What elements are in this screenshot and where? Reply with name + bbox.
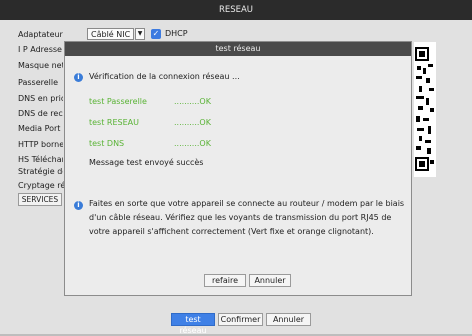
network-test-button[interactable]: test réseau — [171, 313, 215, 335]
ip-address-label: I P Adresse — [18, 45, 62, 54]
hs-download-label: HS Télécharg — [18, 155, 63, 164]
test-gateway-result: ..........OK — [174, 97, 211, 106]
test-gateway-name: test Passerelle — [89, 97, 147, 106]
media-port-label: Media Port — [18, 124, 61, 133]
info-icon: i — [74, 73, 83, 82]
services-button[interactable]: SERVICES — [18, 193, 62, 206]
adapter-select[interactable]: Câblé NIC — [87, 28, 134, 40]
page-title: RESEAU — [218, 5, 254, 15]
info-icon: i — [74, 201, 83, 210]
checking-text: Vérification de la connexion réseau ... — [89, 72, 240, 81]
primary-dns-label: DNS en prior — [18, 94, 63, 103]
test-network-result: ..........OK — [174, 118, 211, 127]
connection-note: Faites en sorte que votre appareil se co… — [89, 199, 405, 236]
http-port-label: HTTP borne — [18, 140, 63, 149]
gateway-label: Passerelle — [18, 78, 59, 87]
page-header: RESEAU — [0, 0, 472, 20]
test-dns-result: ..........OK — [174, 139, 211, 148]
subnet-mask-label: Masque net — [18, 61, 63, 70]
dhcp-checkbox[interactable]: ✓ — [151, 29, 161, 39]
chevron-down-icon[interactable]: ▼ — [135, 28, 145, 40]
strategy-label: Stratégie de — [18, 167, 63, 176]
qr-code-icon — [414, 42, 436, 177]
secondary-dns-label: DNS de rech — [18, 109, 63, 118]
dhcp-label: DHCP — [165, 29, 188, 38]
cancel-button[interactable]: Annuler — [266, 313, 311, 326]
dialog-title: test réseau — [65, 42, 411, 56]
qr-code — [414, 42, 436, 177]
adapter-label: Adaptateur — [18, 30, 63, 39]
redo-button[interactable]: refaire — [204, 274, 246, 287]
network-test-dialog: test réseau i Vérification de la connexi… — [64, 41, 412, 296]
encryption-label: Cryptage rés — [18, 181, 64, 190]
dialog-cancel-button[interactable]: Annuler — [249, 274, 291, 287]
confirm-button[interactable]: Confirmer — [218, 313, 263, 326]
test-network-name: test RESEAU — [89, 118, 139, 127]
test-dns-name: test DNS — [89, 139, 125, 148]
message-sent-text: Message test envoyé succès — [89, 158, 204, 167]
